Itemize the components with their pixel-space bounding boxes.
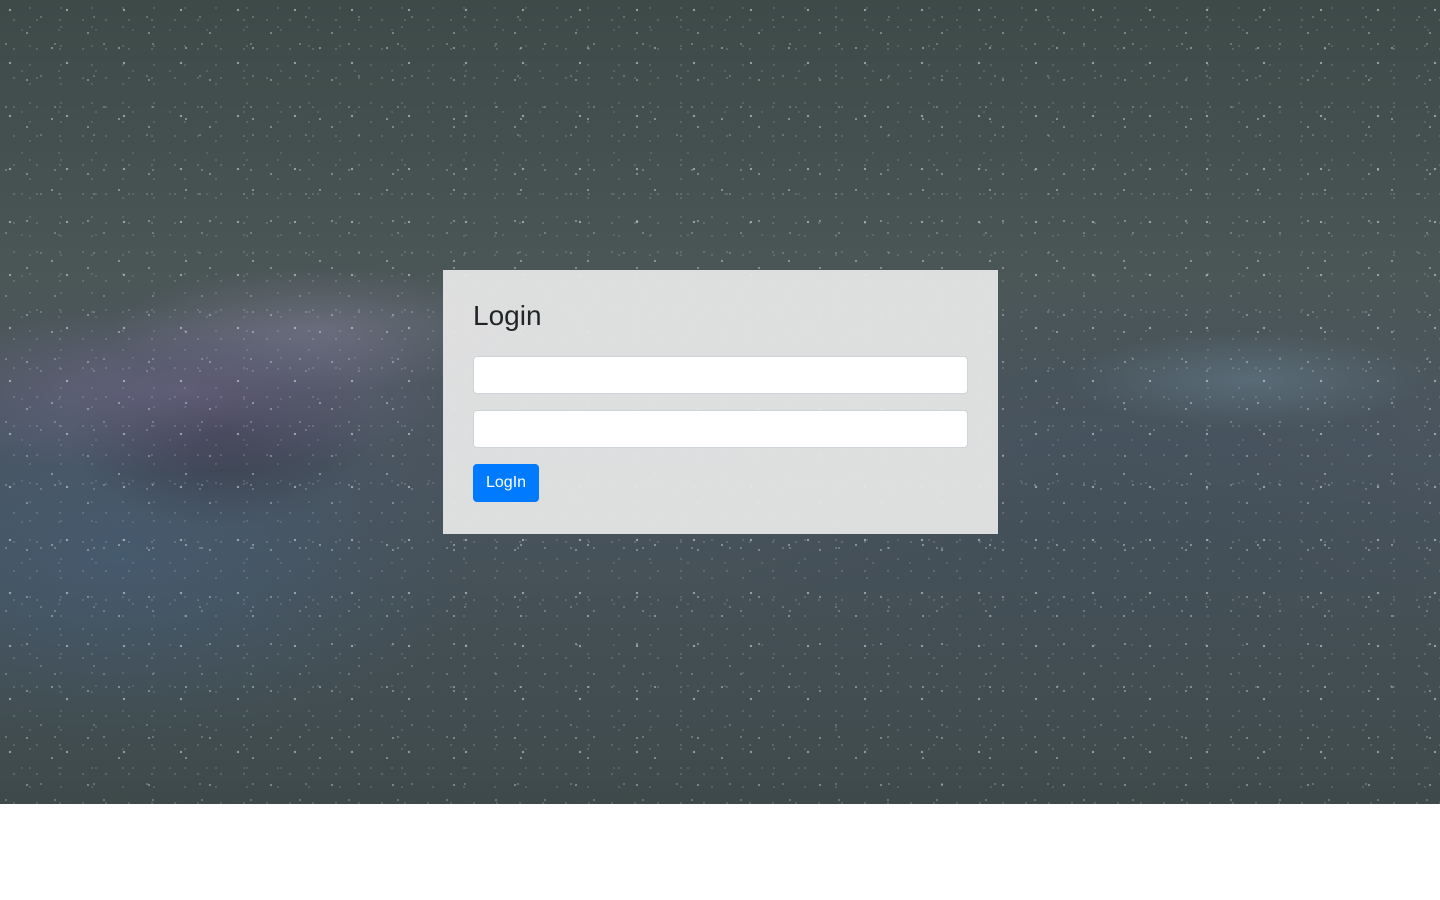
- page-bottom-area: [0, 804, 1440, 900]
- login-button[interactable]: LogIn: [473, 464, 540, 502]
- login-title: Login: [473, 300, 542, 331]
- login-card: Login LogIn: [443, 270, 998, 534]
- password-field[interactable]: [473, 410, 968, 448]
- username-field[interactable]: [473, 356, 968, 394]
